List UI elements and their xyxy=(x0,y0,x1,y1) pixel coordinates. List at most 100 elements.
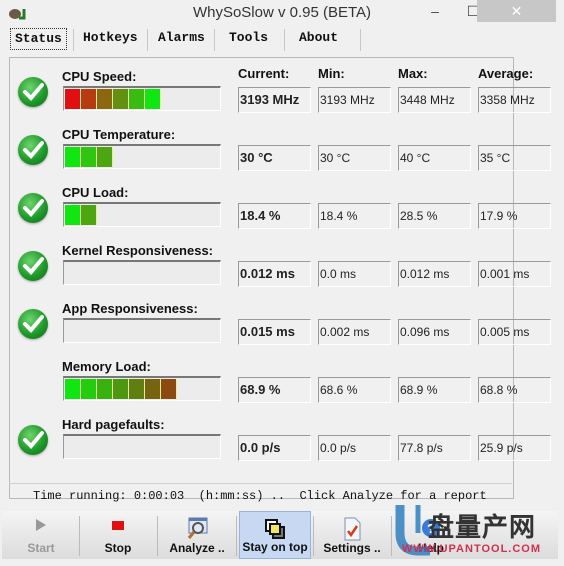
title-bar: WhySoSlow v 0.95 (BETA) – ☐ ✕ xyxy=(0,0,564,25)
level-segment xyxy=(65,89,81,109)
level-segment xyxy=(97,379,113,399)
start-button[interactable]: Start xyxy=(8,511,74,559)
level-bar xyxy=(63,144,221,169)
level-bar xyxy=(63,86,221,111)
analyze-icon xyxy=(186,517,208,542)
settings-button[interactable]: Settings .. xyxy=(315,511,389,559)
min-value: 3193 MHz xyxy=(318,87,391,113)
level-segment xyxy=(129,89,145,109)
toolbar-divider xyxy=(391,516,392,556)
level-bar xyxy=(63,318,221,343)
tab-hotkeys[interactable]: Hotkeys xyxy=(79,27,142,49)
max-value: 40 °C xyxy=(398,145,471,171)
current-value: 0.015 ms xyxy=(238,319,311,345)
ok-check-icon xyxy=(18,193,48,223)
column-header-current: Current: xyxy=(238,66,290,81)
level-segment xyxy=(97,147,113,167)
metric-label: Memory Load: xyxy=(62,359,151,374)
toolbar-divider xyxy=(236,516,237,556)
current-value: 18.4 % xyxy=(238,203,311,229)
ok-check-icon xyxy=(18,77,48,107)
level-segment xyxy=(81,379,97,399)
metric-label: CPU Load: xyxy=(62,185,129,200)
min-value: 0.0 ms xyxy=(318,261,391,287)
level-bar xyxy=(63,202,221,227)
current-value: 3193 MHz xyxy=(238,87,311,113)
stay-on-top-button[interactable]: Stay on top xyxy=(239,511,311,559)
stop-label: Stop xyxy=(104,541,132,555)
average-value: 35 °C xyxy=(478,145,551,171)
max-value: 28.5 % xyxy=(398,203,471,229)
start-label: Start xyxy=(27,541,55,555)
level-segment xyxy=(81,205,97,225)
stop-icon xyxy=(111,517,125,536)
level-bar xyxy=(63,434,221,459)
status-bar: Time running: 0:00:03 (h:mm:ss) .. Click… xyxy=(9,483,512,508)
level-segment xyxy=(97,89,113,109)
min-value: 68.6 % xyxy=(318,377,391,403)
analyze-button[interactable]: Analyze .. xyxy=(160,511,234,559)
min-value: 30 °C xyxy=(318,145,391,171)
metric-label: App Responsiveness: xyxy=(62,301,198,316)
current-value: 0.012 ms xyxy=(238,261,311,287)
level-segment xyxy=(161,379,177,399)
toolbar-divider xyxy=(157,516,158,556)
max-value: 68.9 % xyxy=(398,377,471,403)
column-header-max: Max: xyxy=(398,66,428,81)
ok-check-icon xyxy=(18,251,48,281)
stop-button[interactable]: Stop xyxy=(82,511,154,559)
settings-label: Settings .. xyxy=(323,541,381,555)
toolbar: Start Stop Analyze .. Stay on top Settin… xyxy=(2,511,558,559)
level-segment xyxy=(129,379,145,399)
tab-divider xyxy=(214,29,215,51)
level-segment xyxy=(81,89,97,109)
column-header-average: Average: xyxy=(478,66,534,81)
level-bar xyxy=(63,260,221,285)
max-value: 0.012 ms xyxy=(398,261,471,287)
level-segment xyxy=(145,89,161,109)
average-value: 3358 MHz xyxy=(478,87,551,113)
max-value: 0.096 ms xyxy=(398,319,471,345)
average-value: 0.001 ms xyxy=(478,261,551,287)
minimize-button[interactable]: – xyxy=(420,0,450,22)
max-value: 3448 MHz xyxy=(398,87,471,113)
ok-check-icon xyxy=(18,309,48,339)
level-segment xyxy=(65,205,81,225)
status-text: Time running: 0:00:03 (h:mm:ss) .. Click… xyxy=(33,489,487,503)
level-segment xyxy=(113,379,129,399)
level-bar xyxy=(63,376,221,401)
metric-label: CPU Speed: xyxy=(62,69,137,84)
tab-divider xyxy=(360,29,361,51)
current-value: 0.0 p/s xyxy=(238,435,311,461)
tab-about[interactable]: About xyxy=(295,27,342,49)
help-button[interactable]: ? Help xyxy=(394,511,468,559)
tab-status[interactable]: Status xyxy=(10,28,67,50)
settings-icon xyxy=(342,517,362,544)
column-header-min: Min: xyxy=(318,66,345,81)
tab-divider xyxy=(284,29,285,51)
max-value: 77.8 p/s xyxy=(398,435,471,461)
level-segment xyxy=(65,147,81,167)
metric-label: Kernel Responsiveness: xyxy=(62,243,214,258)
tab-divider xyxy=(73,29,74,51)
current-value: 30 °C xyxy=(238,145,311,171)
min-value: 0.002 ms xyxy=(318,319,391,345)
toolbar-divider xyxy=(79,516,80,556)
toolbar-divider xyxy=(313,516,314,556)
close-button[interactable]: ✕ xyxy=(477,0,556,22)
help-label: Help xyxy=(417,541,444,555)
tab-alarms[interactable]: Alarms xyxy=(154,27,209,49)
tab-divider xyxy=(147,29,148,51)
svg-text:?: ? xyxy=(427,521,435,536)
tab-tools[interactable]: Tools xyxy=(225,27,272,49)
ok-check-icon xyxy=(18,425,48,455)
metric-label: Hard pagefaults: xyxy=(62,417,165,432)
average-value: 68.8 % xyxy=(478,377,551,403)
average-value: 0.005 ms xyxy=(478,319,551,345)
analyze-label: Analyze .. xyxy=(169,541,225,555)
ok-check-icon xyxy=(18,135,48,165)
min-value: 0.0 p/s xyxy=(318,435,391,461)
average-value: 25.9 p/s xyxy=(478,435,551,461)
level-segment xyxy=(113,89,129,109)
level-segment xyxy=(65,379,81,399)
